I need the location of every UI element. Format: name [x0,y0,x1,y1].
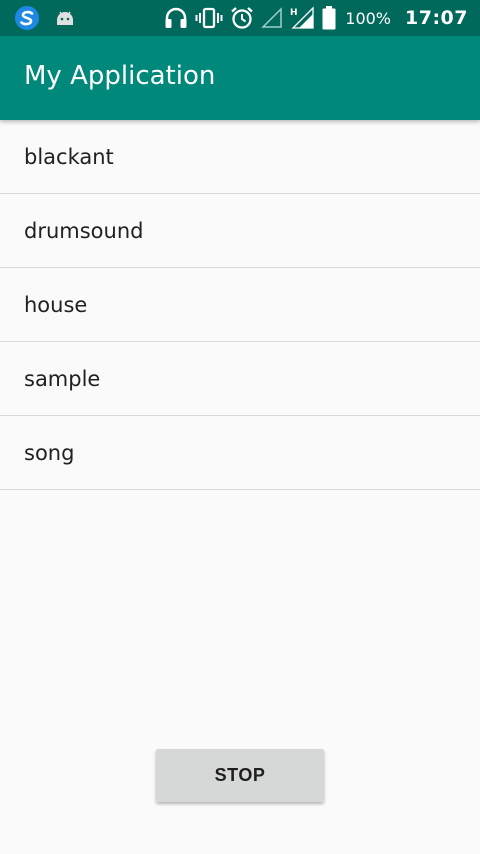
list-item-label: drumsound [24,218,144,243]
clock-time: 17:07 [405,7,468,29]
status-bar-left [14,4,76,32]
stop-button[interactable]: STOP [156,749,324,802]
sound-list: blackant drumsound house sample song [0,120,480,490]
list-item[interactable]: house [0,268,480,342]
app-s-icon [14,5,40,31]
list-item[interactable]: sample [0,342,480,416]
signal-h-icon: H [289,6,315,30]
page-title: My Application [24,61,216,91]
android-icon [54,7,76,29]
list-item-label: song [24,440,75,465]
svg-text:H: H [290,8,298,18]
list-item-label: blackant [24,144,114,169]
list-item[interactable]: drumsound [0,194,480,268]
signal-empty-icon [261,7,283,29]
status-bar: H 100% 17:07 [0,0,480,36]
screen: H 100% 17:07 My Application blackant dru… [0,0,480,854]
list-item-label: house [24,292,88,317]
battery-icon [321,5,337,31]
list-item[interactable]: blackant [0,120,480,194]
list-item[interactable]: song [0,416,480,490]
alarm-icon [229,5,255,31]
list-item-label: sample [24,366,101,391]
vibrate-icon [195,6,223,30]
app-bar: My Application [0,36,480,120]
battery-percent: 100% [345,8,392,28]
status-bar-right: H 100% 17:07 [163,4,468,32]
headphones-icon [163,6,189,30]
